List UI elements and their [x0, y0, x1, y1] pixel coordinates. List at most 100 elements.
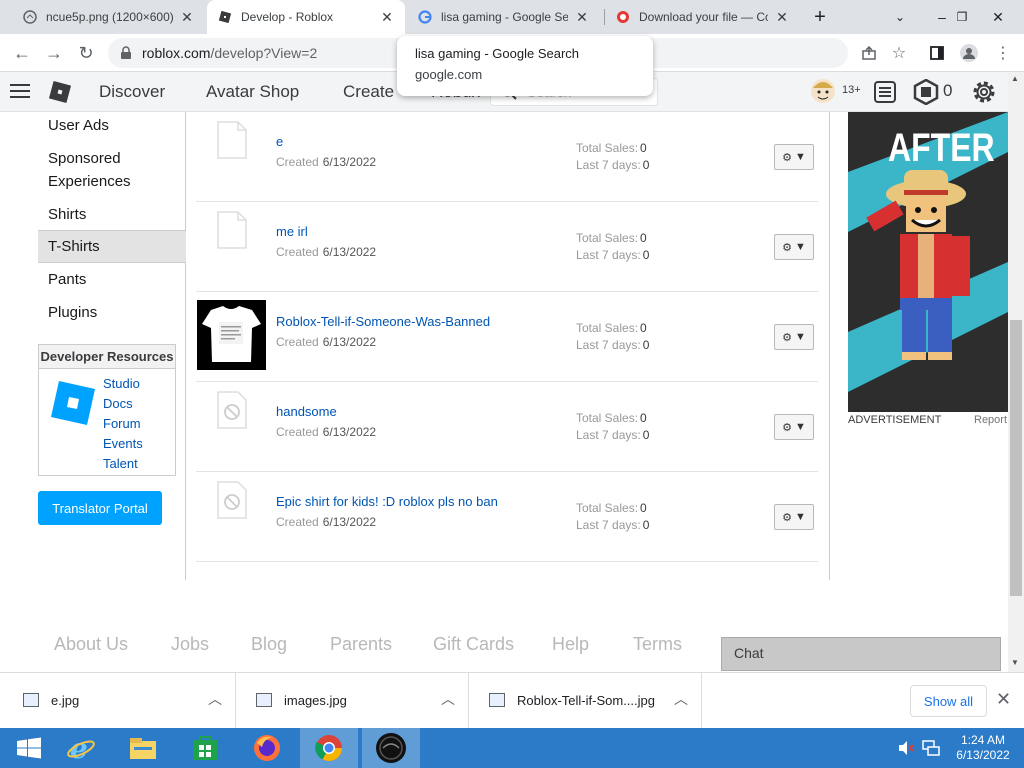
footer-jobs[interactable]: Jobs [171, 634, 209, 655]
item-settings-gear-button[interactable]: ⚙ ▼ [774, 324, 814, 350]
windows-start-icon[interactable] [0, 728, 58, 768]
report-ad-link[interactable]: Report [974, 414, 1007, 426]
item-name-link[interactable]: Epic shirt for kids! :D roblox pls no ba… [276, 494, 498, 509]
more-menu-icon[interactable]: ⋮ [992, 42, 1014, 64]
scrollbar-thumb[interactable] [1010, 320, 1022, 596]
item-settings-gear-button[interactable]: ⚙ ▼ [774, 504, 814, 530]
file-explorer-icon[interactable] [114, 728, 172, 768]
system-clock[interactable]: 1:24 AM 6/13/2022 [948, 733, 1018, 763]
item-settings-gear-button[interactable]: ⚙ ▼ [774, 414, 814, 440]
chrome-icon[interactable] [300, 728, 358, 768]
chat-bar[interactable]: Chat [721, 637, 1001, 671]
close-download-shelf-icon[interactable]: ✕ [996, 689, 1011, 710]
dev-link-docs[interactable]: Docs [103, 396, 133, 411]
roblox-logo-icon[interactable] [48, 80, 72, 109]
robux-icon[interactable] [913, 78, 939, 110]
forward-arrow-icon[interactable]: → [42, 41, 66, 65]
advertisement-banner[interactable]: AFTER [848, 112, 1008, 412]
tab-search-chevron-icon[interactable]: ⌄ [884, 0, 916, 34]
develop-sidebar: User Ads Sponsored Experiences Shirts T-… [0, 112, 186, 580]
item-sales: Total Sales: 0 Last 7 days: 0 [576, 231, 650, 262]
chevron-up-icon[interactable]: ︿ [674, 689, 688, 709]
item-name-link[interactable]: handsome [276, 404, 337, 419]
download-item[interactable]: e.jpg ︿ [3, 673, 236, 729]
sidebar-item-plugins[interactable]: Plugins [48, 301, 97, 324]
tab-develop-roblox[interactable]: Develop - Roblox ✕ [207, 0, 405, 34]
scroll-up-icon[interactable]: ▲ [1011, 74, 1019, 83]
hamburger-menu-icon[interactable] [10, 83, 30, 104]
robux-count: 0 [943, 81, 953, 100]
tab-title: lisa gaming - Google Se [441, 10, 568, 24]
internet-explorer-icon[interactable]: e [52, 728, 110, 768]
sidebar-item-sponsored[interactable]: Sponsored [48, 147, 121, 170]
footer-terms[interactable]: Terms [633, 634, 682, 655]
new-tab-button[interactable]: + [804, 0, 836, 34]
download-item[interactable]: Roblox-Tell-if-Som....jpg ︿ [469, 673, 702, 729]
footer-blog[interactable]: Blog [251, 634, 287, 655]
close-tab-icon[interactable]: ✕ [574, 9, 590, 26]
sidebar-item-t-shirts[interactable]: T-Shirts [48, 235, 100, 258]
translator-portal-button[interactable]: Translator Portal [38, 491, 162, 525]
dev-link-talent[interactable]: Talent [103, 456, 138, 471]
item-sales: Total Sales: 0 Last 7 days: 0 [576, 501, 650, 532]
firefox-icon[interactable] [238, 728, 296, 768]
restore-button[interactable]: ❐ [946, 0, 978, 34]
item-name-link[interactable]: e [276, 134, 283, 149]
item-created: Created 6/13/2022 [276, 335, 377, 349]
app-window-icon[interactable] [362, 728, 420, 768]
footer-parents[interactable]: Parents [330, 634, 392, 655]
dev-link-events[interactable]: Events [103, 436, 143, 451]
item-settings-gear-button[interactable]: ⚙ ▼ [774, 144, 814, 170]
back-arrow-icon[interactable]: ← [10, 41, 34, 65]
footer-help[interactable]: Help [552, 634, 589, 655]
tab-ncue5p[interactable]: ncue5p.png (1200×600) ✕ [12, 0, 205, 34]
chevron-up-icon[interactable]: ︿ [441, 689, 455, 709]
lock-icon[interactable] [120, 46, 132, 65]
footer-gift-cards[interactable]: Gift Cards [433, 634, 514, 655]
avatar[interactable] [810, 78, 836, 109]
sidebar-item-pants[interactable]: Pants [48, 268, 86, 291]
network-icon[interactable] [922, 740, 940, 761]
close-tab-icon[interactable]: ✕ [379, 9, 395, 26]
notifications-list-icon[interactable] [873, 80, 897, 109]
tab-title: ncue5p.png (1200×600) [46, 10, 173, 24]
item-row: Epic shirt for kids! :D roblox pls no ba… [196, 472, 818, 562]
profile-icon[interactable] [958, 42, 980, 64]
dev-link-forum[interactable]: Forum [103, 416, 141, 431]
tab-download-file[interactable]: Download your file — Co ✕ [605, 0, 800, 34]
image-file-icon [22, 9, 38, 25]
item-name-link[interactable]: Roblox-Tell-if-Someone-Was-Banned [276, 314, 490, 329]
scroll-down-icon[interactable]: ▼ [1011, 658, 1019, 667]
close-window-button[interactable]: ✕ [982, 0, 1014, 34]
sidebar-item-shirts[interactable]: Shirts [48, 203, 86, 226]
item-created: Created 6/13/2022 [276, 155, 377, 169]
item-settings-gear-button[interactable]: ⚙ ▼ [774, 234, 814, 260]
bookmark-star-icon[interactable]: ☆ [888, 42, 910, 64]
dev-link-studio[interactable]: Studio [103, 376, 140, 391]
caret-down-icon: ▼ [795, 331, 806, 343]
side-panel-icon[interactable] [926, 42, 948, 64]
nav-create[interactable]: Create [343, 82, 394, 102]
image-file-icon [256, 693, 272, 707]
tab-google-search[interactable]: lisa gaming - Google Se ✕ [407, 0, 600, 34]
sidebar-item-user-ads[interactable]: User Ads [48, 114, 109, 137]
sidebar-item-experiences[interactable]: Experiences [48, 170, 131, 193]
share-icon[interactable] [858, 42, 880, 64]
close-tab-icon[interactable]: ✕ [179, 9, 195, 26]
chevron-up-icon[interactable]: ︿ [208, 689, 222, 709]
close-tab-icon[interactable]: ✕ [774, 9, 790, 26]
reload-icon[interactable]: ↻ [74, 41, 98, 65]
nav-discover[interactable]: Discover [99, 82, 165, 102]
microsoft-store-icon[interactable] [176, 728, 234, 768]
item-name-link[interactable]: me irl [276, 224, 308, 239]
footer-about-us[interactable]: About Us [54, 634, 128, 655]
show-all-downloads-button[interactable]: Show all [910, 685, 987, 717]
placeholder-file-icon [216, 120, 247, 159]
tshirt-thumbnail[interactable] [197, 300, 266, 370]
nav-avatar-shop[interactable]: Avatar Shop [206, 82, 299, 102]
developer-resources-box: Developer Resources Studio Docs Forum Ev… [38, 344, 176, 476]
image-file-icon [489, 693, 505, 707]
download-item[interactable]: images.jpg ︿ [236, 673, 469, 729]
settings-gear-icon[interactable] [971, 79, 997, 110]
volume-muted-icon[interactable] [898, 740, 914, 761]
